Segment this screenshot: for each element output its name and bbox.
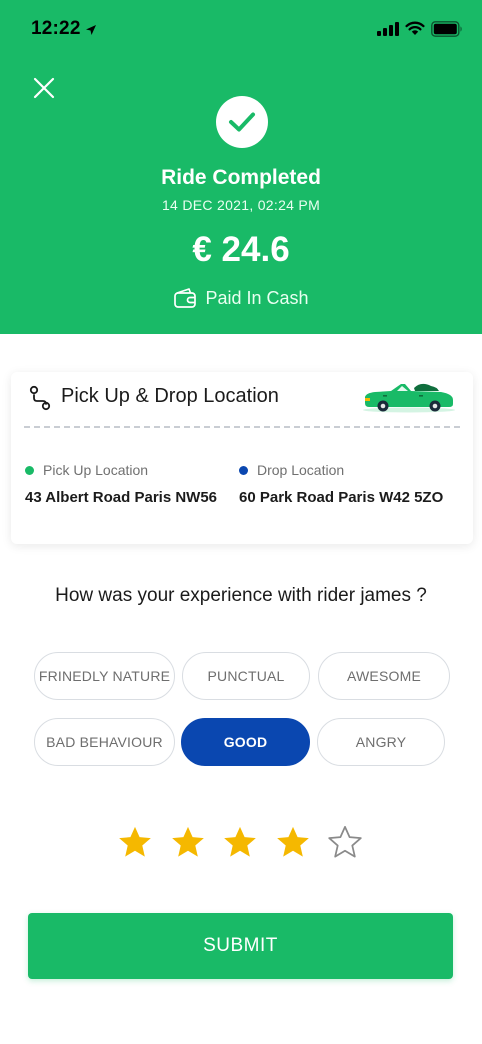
fare-amount: € 24.6 xyxy=(192,230,290,269)
drop-location: Drop Location 60 Park Road Paris W42 5ZO xyxy=(239,462,443,506)
pickup-dot-icon xyxy=(25,465,34,475)
tag-chip-bad-behaviour[interactable]: BAD BEHAVIOUR xyxy=(34,718,175,766)
tag-chip-angry[interactable]: ANGRY xyxy=(317,718,445,766)
tag-chip-good[interactable]: GOOD xyxy=(181,718,310,766)
star-icon[interactable] xyxy=(169,824,207,862)
wallet-icon xyxy=(174,288,197,308)
pickup-label-row: Pick Up Location xyxy=(25,462,217,478)
star-icon[interactable] xyxy=(274,824,312,862)
star-rating xyxy=(0,824,482,864)
location-arrow-icon xyxy=(86,25,96,35)
payment-method: Paid In Cash xyxy=(0,287,482,309)
car-icon xyxy=(363,383,455,413)
location-card: Pick Up & Drop Location Pick Up Location… xyxy=(11,372,473,544)
route-icon xyxy=(29,385,51,411)
pickup-address: 43 Albert Road Paris NW56 xyxy=(25,489,218,506)
drop-address: 60 Park Road Paris W42 5ZO xyxy=(239,489,444,506)
ride-completed-screen: 12:22 Ride Completed 14 DEC 2021, 02:24 … xyxy=(0,0,482,1044)
tag-chip-punctual[interactable]: PUNCTUAL xyxy=(182,652,310,700)
cellular-signal-icon xyxy=(377,22,399,36)
status-time: 12:22 xyxy=(31,18,81,39)
battery-icon xyxy=(431,21,462,37)
status-bar: 12:22 xyxy=(0,0,482,60)
ride-completed-badge xyxy=(216,96,268,148)
close-button[interactable] xyxy=(28,72,60,104)
experience-question: How was your experience with rider james… xyxy=(55,585,427,606)
star-icon[interactable] xyxy=(116,824,154,862)
ride-datetime: 14 DEC 2021, 02:24 PM xyxy=(161,197,321,213)
star-icon[interactable] xyxy=(221,824,259,862)
check-icon xyxy=(229,112,255,132)
ride-status-title: Ride Completed xyxy=(161,166,321,189)
drop-dot-icon xyxy=(239,465,248,475)
wifi-icon xyxy=(405,21,425,35)
pickup-location: Pick Up Location 43 Albert Road Paris NW… xyxy=(25,462,217,506)
tag-chip-friendly-nature[interactable]: FRINEDLY NATURE xyxy=(34,652,175,700)
drop-label: Drop Location xyxy=(257,462,345,478)
submit-button[interactable]: SUBMIT xyxy=(28,913,453,979)
tag-chip-awesome[interactable]: AWESOME xyxy=(318,652,450,700)
close-icon xyxy=(33,77,55,99)
pickup-label: Pick Up Location xyxy=(43,462,149,478)
card-divider xyxy=(24,426,460,428)
payment-method-label: Paid In Cash xyxy=(205,287,309,308)
star-icon[interactable] xyxy=(326,824,364,862)
ride-summary-header: 12:22 Ride Completed 14 DEC 2021, 02:24 … xyxy=(0,0,482,334)
drop-label-row: Drop Location xyxy=(239,462,443,478)
location-card-title: Pick Up & Drop Location xyxy=(61,385,279,407)
